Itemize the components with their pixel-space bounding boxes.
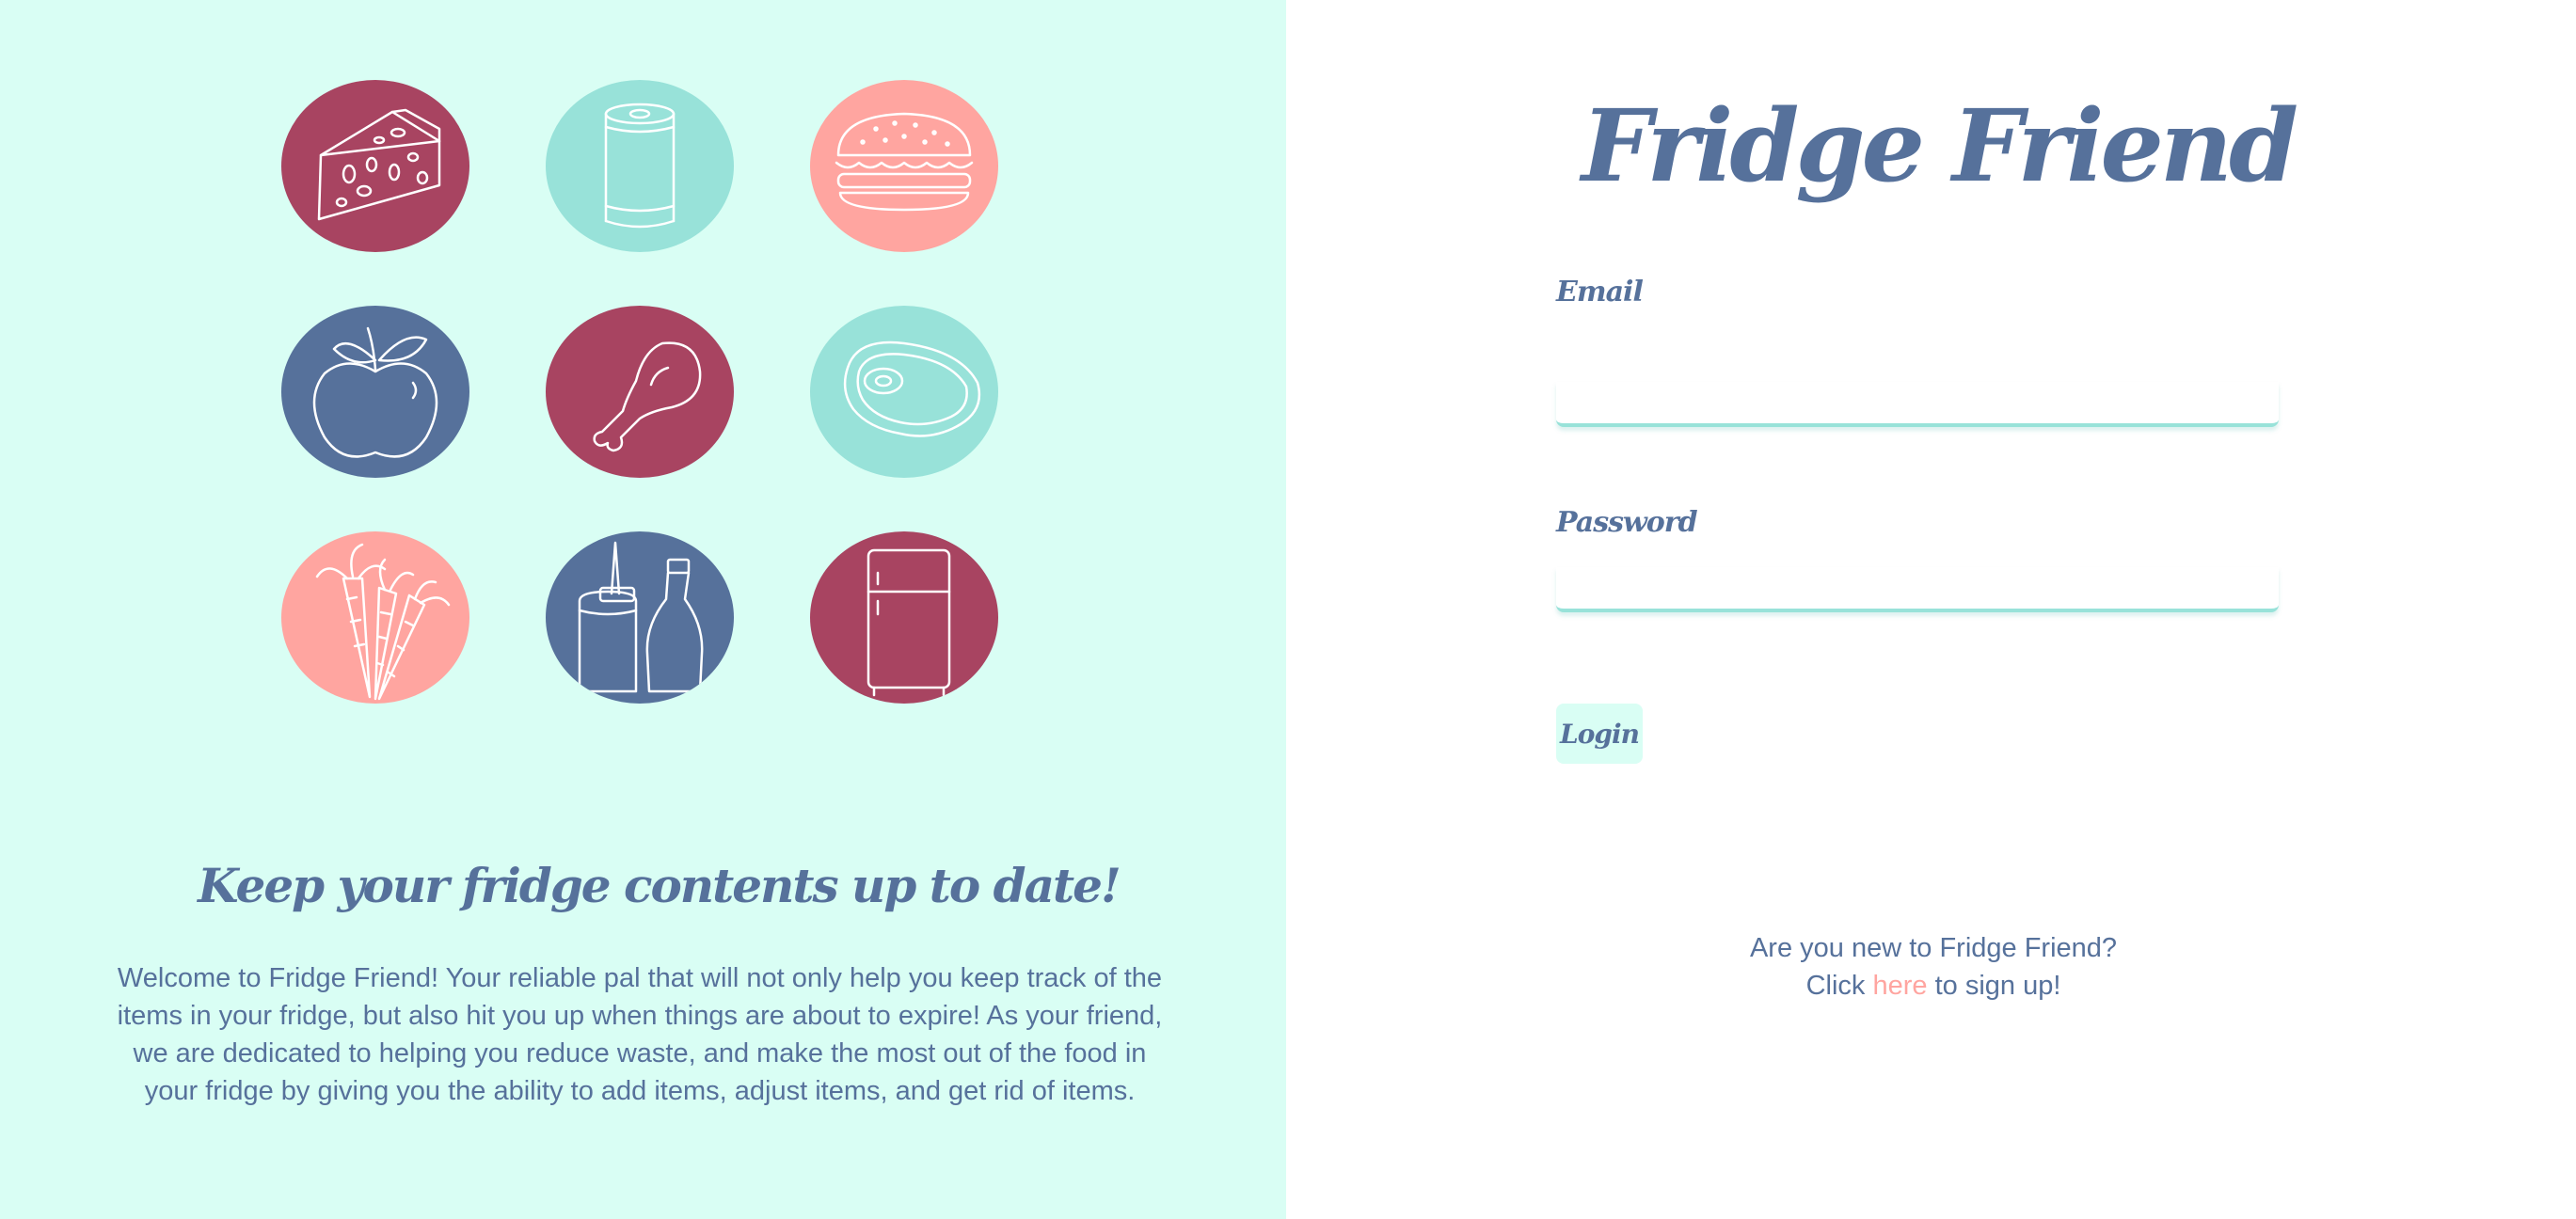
cheese-icon [281,80,469,252]
carrots-icon [281,531,469,704]
signup-line: Click here to sign up! [1590,967,2277,1005]
password-field[interactable] [1556,567,2279,612]
email-field[interactable] [1556,382,2279,427]
apple-icon [281,306,469,478]
intro-body: Welcome to Fridge Friend! Your reliable … [117,963,1163,1106]
app-title: Fridge Friend [1581,87,2298,204]
fridge-icon [810,531,998,704]
left-panel: Keep your fridge contents up to date! We… [0,0,1286,1219]
password-label: Password [1556,506,1698,539]
can-icon [546,80,734,252]
steak-icon [810,306,998,478]
burger-icon [810,80,998,252]
email-label: Email [1556,276,1644,309]
condiments-icon [546,531,734,704]
signup-prefix: Click [1805,971,1873,1001]
signup-question: Are you new to Fridge Friend? [1749,933,2118,963]
signup-suffix: to sign up! [1927,971,2061,1001]
drumstick-icon [546,306,734,478]
signup-prompt: Are you new to Fridge Friend? Click here… [1590,929,2277,1005]
signup-link[interactable]: here [1872,971,1927,1001]
intro-heading: Keep your fridge contents up to date! [198,858,1121,913]
login-button[interactable]: Login [1556,704,1643,764]
